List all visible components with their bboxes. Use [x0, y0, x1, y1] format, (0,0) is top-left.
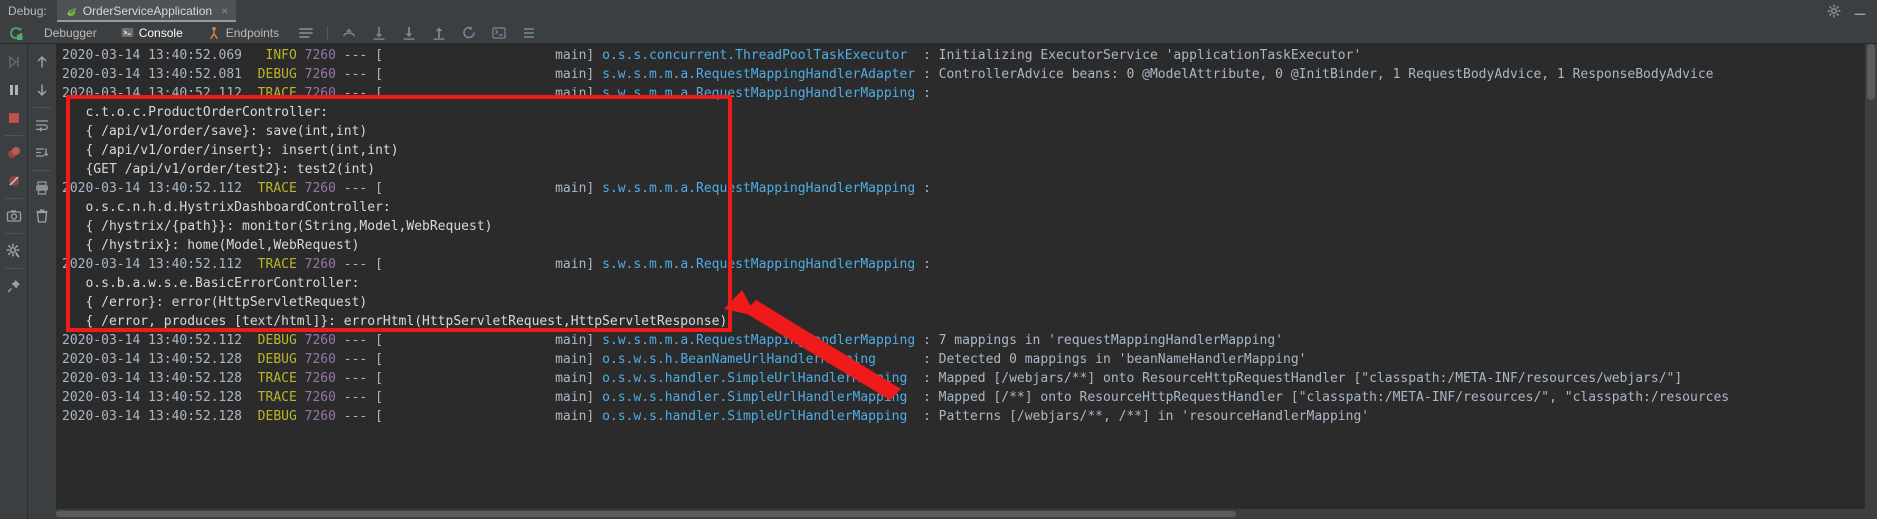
- spring-boot-icon: [67, 6, 76, 16]
- debug-body: 2020-03-14 13:40:52.069 INFO 7260 --- [ …: [0, 44, 1877, 519]
- gutter2-divider-2: [33, 170, 51, 171]
- gutter-divider: [4, 135, 23, 136]
- debug-title-bar: Debug: OrderServiceApplication ×: [0, 0, 1877, 22]
- tab-console-label: Console: [138, 25, 183, 40]
- mute-breakpoints-icon[interactable]: [6, 173, 22, 189]
- gutter-divider-2: [4, 198, 23, 199]
- step-back-icon[interactable]: [461, 25, 477, 41]
- gear-icon[interactable]: [1827, 4, 1841, 18]
- minimize-icon[interactable]: [1853, 4, 1867, 18]
- log-line: 2020-03-14 13:40:52.112 TRACE 7260 --- […: [62, 86, 939, 101]
- vertical-scrollbar-thumb[interactable]: [1867, 44, 1875, 100]
- horizontal-scrollbar-thumb[interactable]: [56, 511, 1236, 517]
- rerun-icon[interactable]: [8, 25, 24, 41]
- gutter2-divider: [33, 107, 51, 108]
- resume-program-icon[interactable]: [6, 54, 22, 70]
- log-line: 2020-03-14 13:40:52.069 INFO 7260 --- [ …: [62, 48, 1362, 63]
- run-configuration-name: OrderServiceApplication: [82, 4, 213, 18]
- stop-program-icon[interactable]: [6, 110, 22, 126]
- log-line: 2020-03-14 13:40:52.128 DEBUG 7260 --- […: [62, 352, 1307, 367]
- tab-endpoints[interactable]: Endpoints: [195, 22, 291, 44]
- evaluate-icon[interactable]: [491, 25, 507, 41]
- tab-debugger-label: Debugger: [44, 25, 97, 40]
- up-arrow-icon[interactable]: [34, 54, 50, 70]
- gutter-divider-3: [4, 233, 23, 234]
- log-continuation-line: { /error}: error(HttpServletRequest): [62, 295, 368, 310]
- log-lines: 2020-03-14 13:40:52.069 INFO 7260 --- [ …: [56, 44, 1877, 426]
- debug-label: Debug:: [8, 4, 47, 18]
- step-into-icon[interactable]: [401, 25, 417, 41]
- close-icon[interactable]: ×: [221, 4, 228, 18]
- run-configuration-tab[interactable]: OrderServiceApplication ×: [56, 0, 237, 22]
- log-continuation-line: { /hystrix}: home(Model,WebRequest): [62, 238, 360, 253]
- log-line: 2020-03-14 13:40:52.112 TRACE 7260 --- […: [62, 257, 939, 272]
- view-breakpoints-icon[interactable]: [6, 145, 22, 161]
- scroll-to-end-icon[interactable]: [34, 145, 50, 161]
- log-line: 2020-03-14 13:40:52.128 TRACE 7260 --- […: [62, 371, 1683, 386]
- threads-icon[interactable]: [521, 25, 537, 41]
- log-continuation-line: { /error, produces [text/html]}: errorHt…: [62, 314, 728, 329]
- pause-program-icon[interactable]: [6, 82, 22, 98]
- log-continuation-line: {GET /api/v1/order/test2}: test2(int): [62, 162, 376, 177]
- log-line: 2020-03-14 13:40:52.128 DEBUG 7260 --- […: [62, 409, 1370, 424]
- log-line: 2020-03-14 13:40:52.112 DEBUG 7260 --- […: [62, 333, 1284, 348]
- console-side-toolbar: [28, 44, 56, 519]
- endpoints-icon: [209, 26, 218, 39]
- log-continuation-line: o.s.c.n.h.d.HystrixDashboardController:: [62, 200, 391, 215]
- horizontal-scrollbar[interactable]: [56, 509, 1877, 519]
- force-step-into-icon[interactable]: [431, 25, 447, 41]
- screenshot-icon[interactable]: [6, 208, 22, 224]
- print-icon[interactable]: [34, 180, 50, 196]
- gutter-divider-4: [4, 268, 23, 269]
- clear-all-icon[interactable]: [34, 208, 50, 224]
- log-continuation-line: { /api/v1/order/insert}: insert(int,int): [62, 143, 399, 158]
- step-out-icon[interactable]: [341, 25, 357, 41]
- console-icon: [121, 28, 133, 37]
- step-over-icon[interactable]: [371, 25, 387, 41]
- toolbar-divider: [327, 25, 329, 40]
- debug-side-toolbar: [0, 44, 28, 519]
- tab-console[interactable]: Console: [109, 22, 195, 44]
- tab-endpoints-label: Endpoints: [225, 25, 280, 40]
- log-continuation-line: { /api/v1/order/save}: save(int,int): [62, 124, 368, 139]
- vertical-scrollbar[interactable]: [1865, 44, 1877, 519]
- log-line: 2020-03-14 13:40:52.081 DEBUG 7260 --- […: [62, 67, 1714, 82]
- titlebar-actions: [1827, 4, 1877, 18]
- tab-debugger[interactable]: Debugger: [32, 22, 109, 44]
- layout-icon[interactable]: [298, 25, 314, 41]
- console-output[interactable]: 2020-03-14 13:40:52.069 INFO 7260 --- [ …: [56, 44, 1877, 519]
- pin-tab-icon[interactable]: [6, 278, 22, 294]
- log-line: 2020-03-14 13:40:52.112 TRACE 7260 --- […: [62, 181, 939, 196]
- debug-toolbar: Debugger Console Endpoints: [0, 22, 1877, 44]
- down-arrow-icon[interactable]: [34, 82, 50, 98]
- log-line: 2020-03-14 13:40:52.128 TRACE 7260 --- […: [62, 390, 1730, 405]
- log-continuation-line: c.t.o.c.ProductOrderController:: [62, 105, 329, 120]
- soft-wrap-icon[interactable]: [34, 117, 50, 133]
- log-continuation-line: { /hystrix/{path}}: monitor(String,Model…: [62, 219, 493, 234]
- log-continuation-line: o.s.b.a.w.s.e.BasicErrorController:: [62, 276, 360, 291]
- settings-icon[interactable]: [5, 243, 22, 259]
